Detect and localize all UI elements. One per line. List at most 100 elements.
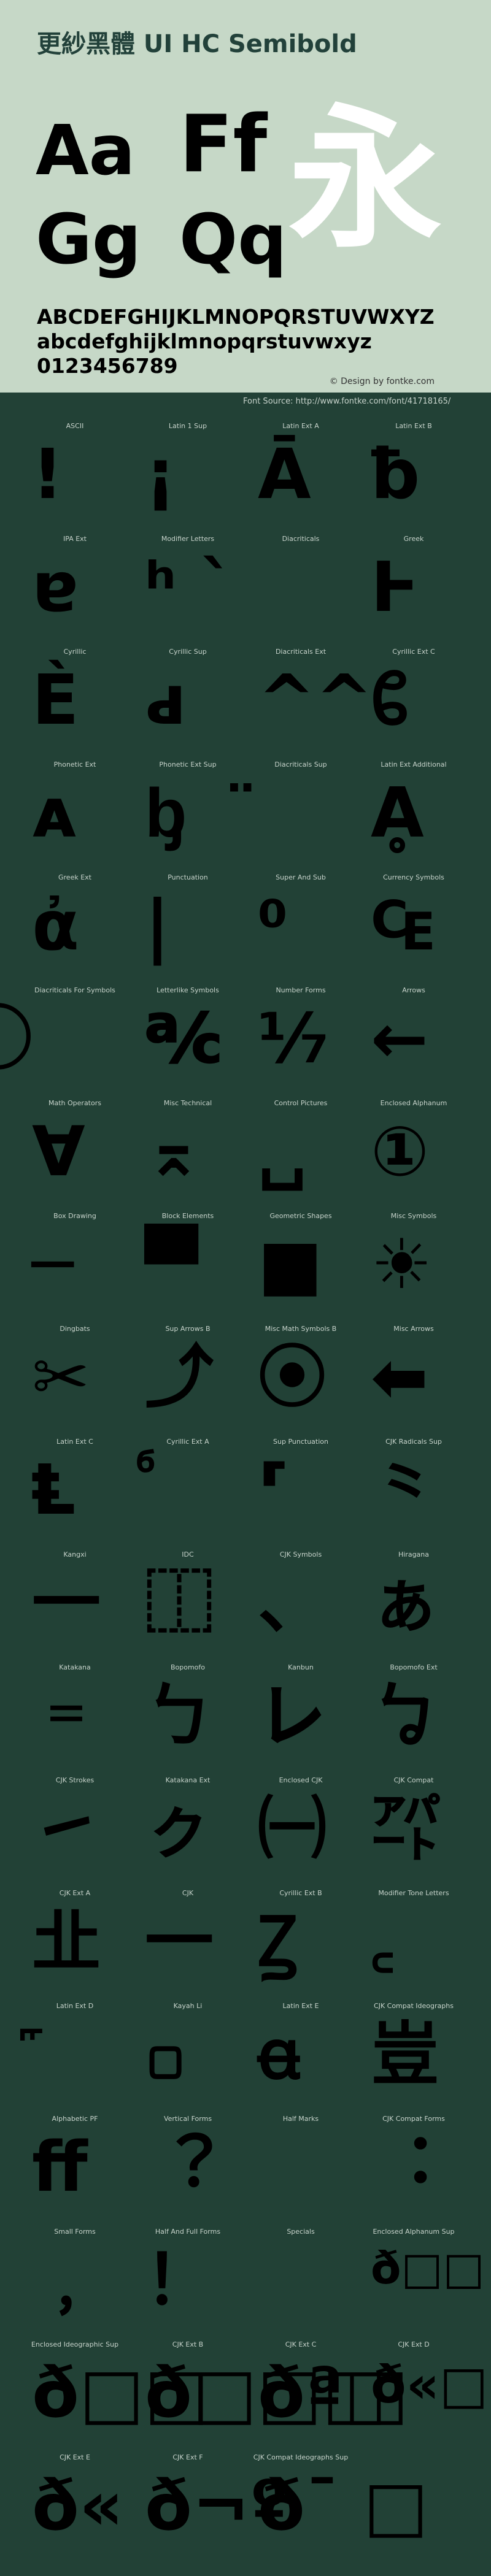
sample-gg: Gg (36, 200, 142, 280)
block-label: Katakana Ext (165, 1776, 211, 1784)
block-label: Enclosed Alphanum (380, 1099, 447, 1107)
block-glyph: ☀ (371, 1225, 433, 1305)
block-label: Sup Arrows B (165, 1325, 211, 1333)
block-label: Super And Sub (276, 873, 326, 881)
block-glyph: ㈠ (258, 1789, 327, 1869)
block-glyph: ← (371, 999, 428, 1079)
block-glyph: ¡ (145, 435, 177, 515)
block-label: Latin Ext B (395, 422, 432, 430)
header-panel: 更紗黑體 UI HC Semibold Aa Ff Gg Qq 永 ABCDEF… (0, 0, 491, 393)
block-label: Cyrillic Ext A (166, 1438, 209, 1446)
block-label: Enclosed Ideographic Sup (31, 2340, 119, 2348)
block-label: Misc Symbols (390, 1212, 437, 1220)
block-label: Diacriticals Ext (275, 648, 327, 656)
block-label: CJK Compat (393, 1776, 434, 1784)
block-glyph: ʰ ˋ (145, 548, 235, 627)
block-glyph: ꤀ (145, 2015, 187, 2095)
block-label: Enclosed Alphanum Sup (373, 2228, 455, 2236)
block-label: CJK Ext F (172, 2453, 203, 2461)
block-label: Cyrillic Sup (169, 648, 207, 656)
block-label: Enclosed CJK (279, 1776, 323, 1784)
block-glyph: ⁰ (258, 886, 288, 966)
block-glyph: ㇰ (145, 1789, 214, 1869)
block-label: Latin Ext C (56, 1438, 93, 1446)
block-label: Letterlike Symbols (157, 986, 219, 994)
block-glyph: ℀ (145, 999, 222, 1079)
block-glyph: ɐ (32, 548, 79, 627)
block-glyph: Ꙁ (258, 1902, 298, 1982)
block-glyph: ἀ (32, 886, 79, 966)
block-label: Small Forms (54, 2228, 96, 2236)
block-glyph: ƀ (371, 435, 420, 515)
block-label: Math Operators (48, 1099, 101, 1107)
sample-qq: Qq (179, 200, 287, 280)
block-glyph: ① (371, 1112, 429, 1192)
block-glyph: ð«□ (371, 2355, 489, 2415)
block-label: Hiragana (398, 1551, 430, 1558)
block-label: Bopomofo Ext (390, 1663, 438, 1671)
block-label: Number Forms (276, 986, 326, 994)
block-glyph: Ѐ (32, 661, 79, 740)
block-glyph: ^^ (258, 661, 373, 740)
block-glyph: 、 (258, 1563, 327, 1643)
sample-ff: Ff (179, 99, 268, 190)
block-label: Latin Ext A (282, 422, 319, 430)
block-label: Misc Arrows (393, 1325, 434, 1333)
block-glyph: ð« (32, 2466, 124, 2546)
block-label: CJK Compat Ideographs (374, 2002, 454, 2010)
block-label: CJK Ext D (398, 2340, 430, 2348)
block-glyph: Ⱡ (32, 1451, 76, 1530)
block-label: CJK Symbols (279, 1551, 322, 1558)
block-glyph: ꜀ (371, 1902, 395, 1982)
block-glyph: 㐀 (32, 1902, 101, 1982)
block-label: Latin Ext E (282, 2002, 319, 2010)
block-glyph: ⌅ (145, 1112, 203, 1192)
block-label: IPA Ext (63, 535, 87, 543)
block-glyph: ⦿ (258, 1338, 327, 1417)
block-label: CJK (182, 1889, 194, 1897)
block-glyph: ԁ (145, 661, 187, 740)
block-glyph: ︖ (145, 2128, 214, 2207)
block-glyph: ⺀ (371, 1451, 439, 1530)
block-label: Currency Symbols (383, 873, 444, 881)
block-glyph: ﹐ (32, 2241, 101, 2320)
block-label: Half Marks (282, 2115, 319, 2123)
block-label: Greek (403, 535, 424, 543)
font-source-link[interactable]: Font Source: http://www.fontke.com/font/… (243, 397, 450, 406)
block-glyph: ㆠ (371, 1676, 439, 1756)
block-glyph: ﬀ (32, 2128, 88, 2207)
block-glyph: ▀ (145, 1225, 198, 1305)
digits-sample: 0123456789 (37, 354, 178, 378)
block-label: Arrows (402, 986, 425, 994)
block-label: Half And Full Forms (155, 2228, 221, 2236)
lowercase-sample: abcdefghijklmnopqrstuvwxyz (37, 329, 372, 353)
uppercase-sample: ABCDEFGHIJKLMNOPQRSTUVWXYZ (37, 305, 435, 329)
block-glyph: ⬅ (371, 1338, 428, 1417)
block-glyph: ᴀ (32, 773, 77, 853)
block-label: CJK Ext B (172, 2340, 204, 2348)
block-label: Diacriticals For Symbols (34, 986, 115, 994)
block-label: Kangxi (63, 1551, 87, 1558)
block-glyph: ᲀ (371, 661, 409, 740)
block-glyph: ─ (32, 1225, 74, 1305)
block-label: Phonetic Ext (53, 761, 96, 769)
block-glyph: ⤴ (145, 1338, 214, 1417)
block-label: Punctuation (168, 873, 208, 881)
sample-aa: Aa (36, 111, 136, 191)
block-glyph: ㄅ (145, 1676, 214, 1756)
block-label: Diacriticals Sup (274, 761, 327, 769)
block-glyph: ₠ (371, 886, 435, 966)
block-glyph: ︓ (371, 2128, 439, 2207)
block-label: Specials (287, 2228, 315, 2236)
block-label: CJK Ext C (285, 2340, 317, 2348)
block-glyph: ∀ (32, 1112, 85, 1192)
block-glyph: ■ (258, 1225, 323, 1305)
block-label: IDC (182, 1551, 194, 1558)
block-glyph: | (145, 886, 170, 966)
block-glyph: ✂ (32, 1338, 90, 1417)
block-glyph: ㌀ (371, 1789, 439, 1869)
block-glyph: ⿰ (145, 1563, 214, 1643)
block-label: Latin 1 Sup (168, 422, 207, 430)
block-label: Katakana (59, 1663, 91, 1671)
block-label: Cyrillic (63, 648, 87, 656)
